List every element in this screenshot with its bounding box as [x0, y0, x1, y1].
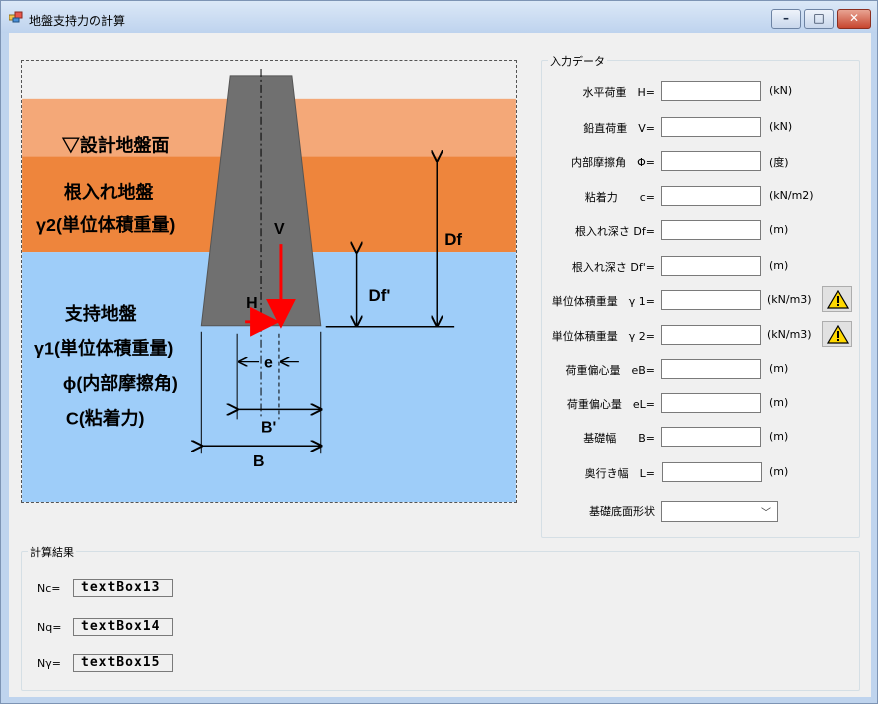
nq-label: Nq= [37, 621, 62, 634]
nc-label: Nc= [37, 582, 61, 595]
el-unit: (m) [769, 396, 789, 409]
b-input-label: 基礎幅 B= [583, 432, 655, 445]
c-label: C(粘着力) [66, 407, 145, 428]
b-input[interactable] [661, 427, 761, 447]
h-input[interactable] [661, 81, 761, 101]
eb-input-label: 荷重偏心量 eB= [565, 364, 655, 377]
minimize-icon: – [783, 11, 789, 25]
app-window: 地盤支持力の計算 – □ ✕ ▽設計地盤面 根入れ地盤 γ2(単位体積重量) 支… [0, 0, 878, 704]
h-unit: (kN) [769, 84, 793, 97]
v-label: V [274, 221, 285, 238]
e-label: e [264, 355, 273, 372]
l-input[interactable] [662, 462, 762, 482]
eb-input[interactable] [661, 359, 761, 379]
gamma1-unit: (kN/m3) [767, 293, 812, 306]
c-unit: (kN/m2) [769, 189, 814, 202]
v-unit: (kN) [769, 120, 793, 133]
df-label: Df [444, 230, 462, 249]
eb-unit: (m) [769, 362, 789, 375]
gamma2-input[interactable] [661, 325, 761, 345]
bearing-layer-label: 支持地盤 [64, 303, 138, 324]
ngamma-label: Nγ= [37, 657, 61, 670]
b-unit: (m) [769, 430, 789, 443]
app-icon [9, 11, 23, 23]
ground-surface-label: ▽設計地盤面 [61, 135, 170, 156]
dfp-unit: (m) [769, 259, 789, 272]
gamma2-label: γ2(単位体積重量) [36, 214, 175, 235]
phi-input-label: 内部摩擦角 Φ= [571, 156, 655, 169]
b-label: B [253, 453, 265, 470]
phi-input[interactable] [661, 151, 761, 171]
title-bar[interactable]: 地盤支持力の計算 – □ ✕ [1, 1, 877, 33]
bp-label: B' [261, 419, 276, 436]
window-title: 地盤支持力の計算 [29, 14, 126, 28]
foundation-diagram: ▽設計地盤面 根入れ地盤 γ2(単位体積重量) 支持地盤 γ1(単位体積重量) … [21, 60, 517, 503]
ngamma-output[interactable]: textBox15 [73, 654, 173, 672]
shape-label: 基礎底面形状 [589, 505, 655, 518]
warning-icon [827, 325, 849, 344]
shape-dropdown[interactable]: ﹀ [661, 501, 778, 522]
dfp-input[interactable] [661, 256, 761, 276]
v-input-label: 鉛直荷重 V= [583, 122, 655, 135]
l-input-label: 奥行き幅 L= [584, 467, 655, 480]
h-input-label: 水平荷重 H= [582, 86, 656, 99]
results-group-title: 計算結果 [28, 544, 76, 560]
dfp-input-label: 根入れ深さ Df'= [571, 261, 655, 274]
maximize-icon: □ [813, 11, 825, 25]
el-input[interactable] [661, 393, 761, 413]
c-input-label: 粘着力 c= [584, 191, 655, 204]
gamma2-input-label: 単位体積重量 γ 2= [551, 330, 655, 343]
gamma1-label: γ1(単位体積重量) [34, 338, 173, 359]
h-label: H [246, 295, 257, 312]
gamma2-warning-button[interactable] [822, 321, 852, 347]
c-input[interactable] [661, 186, 761, 206]
nc-output[interactable]: textBox13 [73, 579, 173, 597]
maximize-button[interactable]: □ [804, 9, 834, 29]
phi-label: ϕ(内部摩擦角) [63, 373, 178, 394]
gamma1-input[interactable] [661, 290, 761, 310]
nq-output[interactable]: textBox14 [73, 618, 173, 636]
close-icon: ✕ [848, 11, 860, 25]
dfp-label: Df' [369, 286, 391, 305]
minimize-button[interactable]: – [771, 9, 801, 29]
close-button[interactable]: ✕ [837, 9, 871, 29]
gamma1-warning-button[interactable] [822, 286, 852, 312]
df-input-label: 根入れ深さ Df= [574, 225, 655, 238]
df-unit: (m) [769, 223, 789, 236]
form-client-area: ▽設計地盤面 根入れ地盤 γ2(単位体積重量) 支持地盤 γ1(単位体積重量) … [9, 33, 871, 697]
l-unit: (m) [769, 465, 789, 478]
input-group-title: 入力データ [548, 53, 607, 69]
df-input[interactable] [661, 220, 761, 240]
chevron-down-icon: ﹀ [761, 508, 771, 519]
gamma2-unit: (kN/m3) [767, 328, 812, 341]
gamma1-input-label: 単位体積重量 γ 1= [551, 295, 655, 308]
v-input[interactable] [661, 117, 761, 137]
embedment-layer-label: 根入れ地盤 [64, 181, 155, 202]
el-input-label: 荷重偏心量 eL= [566, 398, 655, 411]
warning-icon [827, 290, 849, 309]
phi-unit: (度) [769, 156, 789, 169]
